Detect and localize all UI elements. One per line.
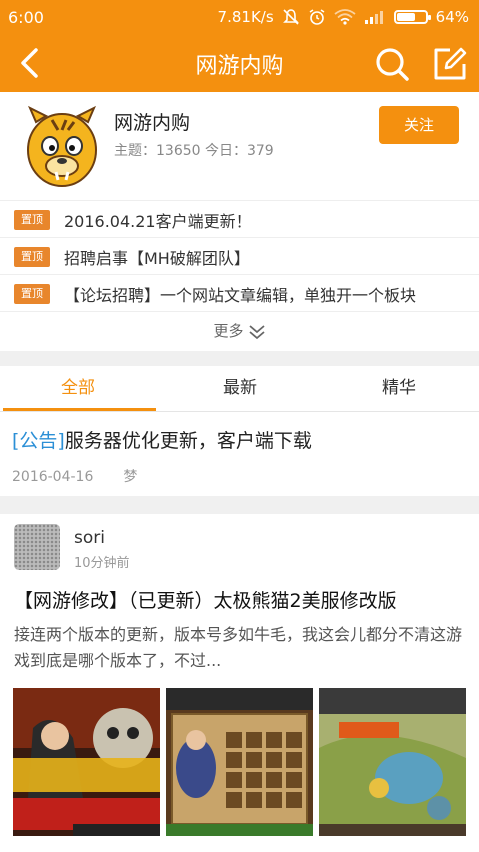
game-screenshot-thumbnail[interactable]	[13, 688, 160, 836]
search-icon[interactable]	[374, 46, 410, 82]
forum-logo-icon	[27, 105, 97, 187]
pinned-tag: 置顶	[14, 247, 50, 267]
edit-icon[interactable]	[432, 46, 468, 82]
status-right: 7.81K/s 64%	[218, 8, 469, 26]
forum-header: 网游内购 主题：13650 今日：379 关注	[0, 92, 479, 200]
image-thumbnails	[13, 688, 466, 836]
more-label: 更多	[213, 322, 244, 340]
post-time: 10分钟前	[74, 556, 130, 571]
game-screenshot-thumbnail[interactable]	[319, 688, 466, 836]
tab-indicator	[3, 408, 156, 411]
battery-icon	[393, 10, 431, 24]
network-speed: 7.81K/s	[217, 8, 274, 26]
announcement-tag: [公告]	[12, 430, 65, 452]
alarm-icon	[309, 9, 325, 25]
avatar[interactable]	[14, 524, 60, 570]
signal-icon	[364, 11, 383, 24]
wifi-icon	[334, 9, 356, 25]
tab-latest[interactable]: 最新	[165, 366, 315, 412]
more-button[interactable]: 更多	[0, 311, 479, 351]
tab-featured[interactable]: 精华	[324, 366, 474, 412]
status-bar: 6:00 7.81K/s 64%	[0, 0, 479, 36]
follow-button[interactable]: 关注	[379, 106, 459, 144]
pinned-item[interactable]: 置顶 【论坛招聘】一个网站文章编辑，单独开一个板块	[0, 274, 479, 311]
username[interactable]: sori	[74, 528, 105, 548]
pinned-title: 【论坛招聘】一个网站文章编辑，单独开一个板块	[64, 286, 417, 305]
pinned-title: 招聘启事【MH破解团队】	[64, 249, 250, 268]
pinned-item[interactable]: 置顶 2016.04.21客户端更新！	[0, 200, 479, 237]
pinned-title: 2016.04.21客户端更新！	[64, 212, 252, 231]
post-title: [公告]服务器优化更新，客户端下载	[12, 426, 312, 453]
battery-fill	[396, 13, 415, 21]
double-chevron-down-icon	[248, 324, 265, 339]
tab-bar: 全部 最新 精华	[0, 366, 479, 412]
title-bar: 网游内购	[0, 36, 479, 92]
forum-name: 网游内购	[114, 112, 191, 134]
pinned-list: 置顶 2016.04.21客户端更新！ 置顶 招聘启事【MH破解团队】 置顶 【…	[0, 200, 479, 351]
post-date: 2016-04-16	[12, 469, 94, 485]
announcement-post[interactable]: [公告]服务器优化更新，客户端下载 2016-04-16 梦	[0, 412, 479, 496]
pinned-item[interactable]: 置顶 招聘启事【MH破解团队】	[0, 237, 479, 274]
announcement-title: 服务器优化更新，客户端下载	[64, 430, 312, 452]
screen: 6:00 7.81K/s 64% 网游内购 网游内购 主题：13650 今日：3…	[0, 0, 479, 852]
post-author: 梦	[123, 469, 138, 485]
game-screenshot-thumbnail[interactable]	[166, 688, 313, 836]
tab-all[interactable]: 全部	[3, 366, 153, 412]
mute-icon	[282, 9, 299, 25]
user-post[interactable]: sori 10分钟前 【网游修改】（已更新）太极熊猫2美服修改版 接连两个版本的…	[0, 514, 479, 852]
pinned-tag: 置顶	[14, 284, 50, 304]
post-excerpt: 接连两个版本的更新，版本号多如牛毛，我这会儿都分不清这游戏到底是哪个版本了，不过…	[14, 625, 463, 670]
pinned-tag: 置顶	[14, 210, 50, 230]
status-time: 6:00	[8, 8, 44, 27]
forum-stats: 主题：13650 今日：379	[114, 143, 274, 159]
battery-percent: 64%	[435, 8, 469, 26]
post-title: 【网游修改】（已更新）太极熊猫2美服修改版	[14, 590, 397, 612]
post-meta: 2016-04-16 梦	[12, 466, 137, 486]
